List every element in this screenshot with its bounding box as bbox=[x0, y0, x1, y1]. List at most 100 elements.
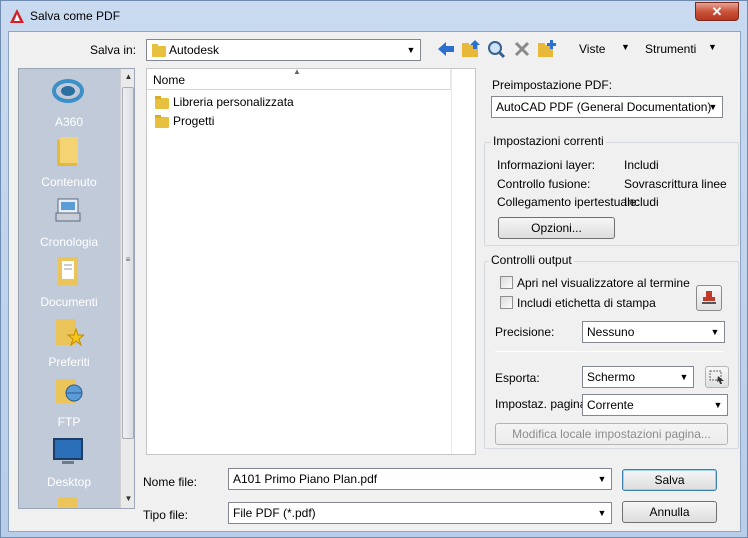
scroll-up-icon[interactable]: ▲ bbox=[121, 69, 134, 85]
output-controls-title: Controlli output bbox=[489, 253, 574, 267]
folder-icon bbox=[152, 44, 166, 57]
folder-icon bbox=[58, 497, 78, 508]
place-more[interactable] bbox=[19, 495, 119, 508]
setting-value: Includi bbox=[624, 158, 659, 172]
places-sidebar: A360 Contenuto Cronologia Documenti Pref… bbox=[18, 68, 135, 509]
ftp-icon bbox=[56, 379, 83, 403]
title-bar: Salva come PDF ✕ bbox=[1, 1, 747, 31]
save-button[interactable]: Salva bbox=[622, 469, 717, 491]
file-name: Libreria personalizzata bbox=[173, 95, 294, 109]
file-list[interactable]: ▲ Nome Libreria personalizzata Progetti bbox=[146, 67, 476, 455]
page-setup-dropdown[interactable]: Corrente ▼ bbox=[582, 394, 728, 416]
precision-value: Nessuno bbox=[587, 325, 635, 339]
views-menu-label: Viste bbox=[579, 42, 606, 56]
page-setup-label: Impostaz. pagina: bbox=[495, 397, 590, 411]
filetype-value: File PDF (*.pdf) bbox=[233, 506, 316, 520]
plot-stamp-button[interactable] bbox=[696, 285, 722, 311]
place-label: Desktop bbox=[46, 475, 92, 489]
pdf-preset-label: Preimpostazione PDF: bbox=[492, 78, 613, 92]
pdf-preset-value: AutoCAD PDF (General Documentation) bbox=[496, 100, 712, 114]
place-ftp[interactable]: FTP bbox=[19, 375, 119, 435]
place-label: Preferiti bbox=[48, 355, 90, 369]
chevron-down-icon[interactable]: ▼ bbox=[596, 506, 608, 520]
setting-value: Sovrascrittura linee bbox=[624, 177, 727, 191]
back-arrow-icon[interactable] bbox=[436, 39, 456, 59]
dialog-body: Salva in: Autodesk ▼ Viste ▼ Strumenti ▼… bbox=[8, 31, 741, 532]
autocad-logo-icon bbox=[10, 9, 24, 23]
chevron-down-icon[interactable]: ▼ bbox=[709, 325, 721, 339]
options-button[interactable]: Opzioni... bbox=[498, 217, 615, 239]
scroll-down-icon[interactable]: ▼ bbox=[121, 491, 134, 507]
chevron-down-icon[interactable]: ▼ bbox=[707, 100, 719, 114]
desktop-icon bbox=[53, 438, 83, 464]
views-chevron-down-icon[interactable]: ▼ bbox=[621, 42, 630, 52]
export-value: Schermo bbox=[587, 370, 636, 384]
filetype-dropdown[interactable]: File PDF (*.pdf) ▼ bbox=[228, 502, 612, 524]
chevron-down-icon[interactable]: ▼ bbox=[405, 43, 417, 57]
folder-icon bbox=[155, 96, 169, 109]
sort-ascending-icon: ▲ bbox=[293, 67, 301, 76]
views-menu[interactable]: Viste bbox=[579, 42, 605, 56]
place-documenti[interactable]: Documenti bbox=[19, 255, 119, 315]
file-name: Progetti bbox=[173, 114, 215, 128]
folder-icon bbox=[155, 115, 169, 128]
tools-menu[interactable]: Strumenti bbox=[645, 42, 696, 56]
include-stamp-label: Includi etichetta di stampa bbox=[517, 296, 656, 310]
cancel-button[interactable]: Annulla bbox=[622, 501, 717, 523]
column-header-label: Nome bbox=[153, 73, 186, 87]
folder-icon bbox=[57, 137, 78, 166]
filename-label: Nome file: bbox=[143, 475, 198, 489]
column-divider bbox=[451, 69, 452, 454]
place-label: FTP bbox=[57, 415, 81, 429]
export-dropdown[interactable]: Schermo ▼ bbox=[582, 366, 694, 388]
current-settings-title: Impostazioni correnti bbox=[491, 134, 606, 148]
history-icon bbox=[55, 198, 81, 222]
setting-value: Includi bbox=[624, 195, 659, 209]
modify-page-setup-button[interactable]: Modifica locale impostazioni pagina... bbox=[495, 423, 728, 445]
column-header-name[interactable]: ▲ Nome bbox=[147, 67, 451, 90]
chevron-down-icon[interactable]: ▼ bbox=[678, 370, 690, 384]
search-web-icon[interactable] bbox=[486, 39, 506, 59]
place-cronologia[interactable]: Cronologia bbox=[19, 195, 119, 255]
filename-input[interactable]: A101 Primo Piano Plan.pdf ▼ bbox=[228, 468, 612, 490]
place-label: Documenti bbox=[40, 295, 98, 309]
place-a360[interactable]: A360 bbox=[19, 75, 119, 135]
open-in-viewer-label: Apri nel visualizzatore al termine bbox=[517, 276, 690, 290]
a360-icon bbox=[52, 79, 84, 103]
grip-icon: ≡ bbox=[125, 255, 131, 264]
save-in-dropdown[interactable]: Autodesk ▼ bbox=[146, 39, 421, 61]
setting-key: Collegamento ipertestuale: bbox=[497, 195, 640, 209]
list-item[interactable]: Libreria personalizzata bbox=[155, 94, 445, 112]
chevron-down-icon[interactable]: ▼ bbox=[596, 472, 608, 486]
place-preferiti[interactable]: Preferiti bbox=[19, 315, 119, 375]
export-label: Esporta: bbox=[495, 371, 540, 385]
precision-label: Precisione: bbox=[495, 325, 555, 339]
window-title: Salva come PDF bbox=[30, 9, 121, 23]
pdf-preset-dropdown[interactable]: AutoCAD PDF (General Documentation) ▼ bbox=[491, 96, 723, 118]
places-scrollbar[interactable]: ▲ ≡ ▼ bbox=[120, 69, 134, 508]
select-window-button[interactable] bbox=[705, 366, 729, 388]
save-as-pdf-dialog: Salva come PDF ✕ Salva in: Autodesk ▼ Vi… bbox=[0, 0, 748, 538]
chevron-down-icon[interactable]: ▼ bbox=[712, 398, 724, 412]
save-in-label: Salva in: bbox=[90, 43, 137, 57]
delete-icon[interactable] bbox=[512, 39, 532, 59]
page-setup-value: Corrente bbox=[587, 398, 634, 412]
close-button[interactable]: ✕ bbox=[695, 2, 739, 21]
stamp-icon bbox=[702, 291, 716, 304]
favorites-icon bbox=[56, 319, 84, 347]
new-folder-icon[interactable] bbox=[537, 39, 557, 59]
window-select-icon bbox=[709, 370, 724, 384]
place-desktop[interactable]: Desktop bbox=[19, 435, 119, 495]
setting-key: Controllo fusione: bbox=[497, 177, 591, 191]
open-in-viewer-checkbox[interactable] bbox=[500, 276, 513, 289]
list-item[interactable]: Progetti bbox=[155, 113, 445, 131]
tools-chevron-down-icon[interactable]: ▼ bbox=[708, 42, 717, 52]
precision-dropdown[interactable]: Nessuno ▼ bbox=[582, 321, 725, 343]
place-contenuto[interactable]: Contenuto bbox=[19, 135, 119, 195]
place-label: A360 bbox=[54, 115, 84, 129]
include-stamp-checkbox[interactable] bbox=[500, 296, 513, 309]
filetype-label: Tipo file: bbox=[143, 508, 188, 522]
setting-key: Informazioni layer: bbox=[497, 158, 596, 172]
up-folder-icon[interactable] bbox=[461, 39, 481, 59]
save-in-value: Autodesk bbox=[169, 43, 220, 57]
